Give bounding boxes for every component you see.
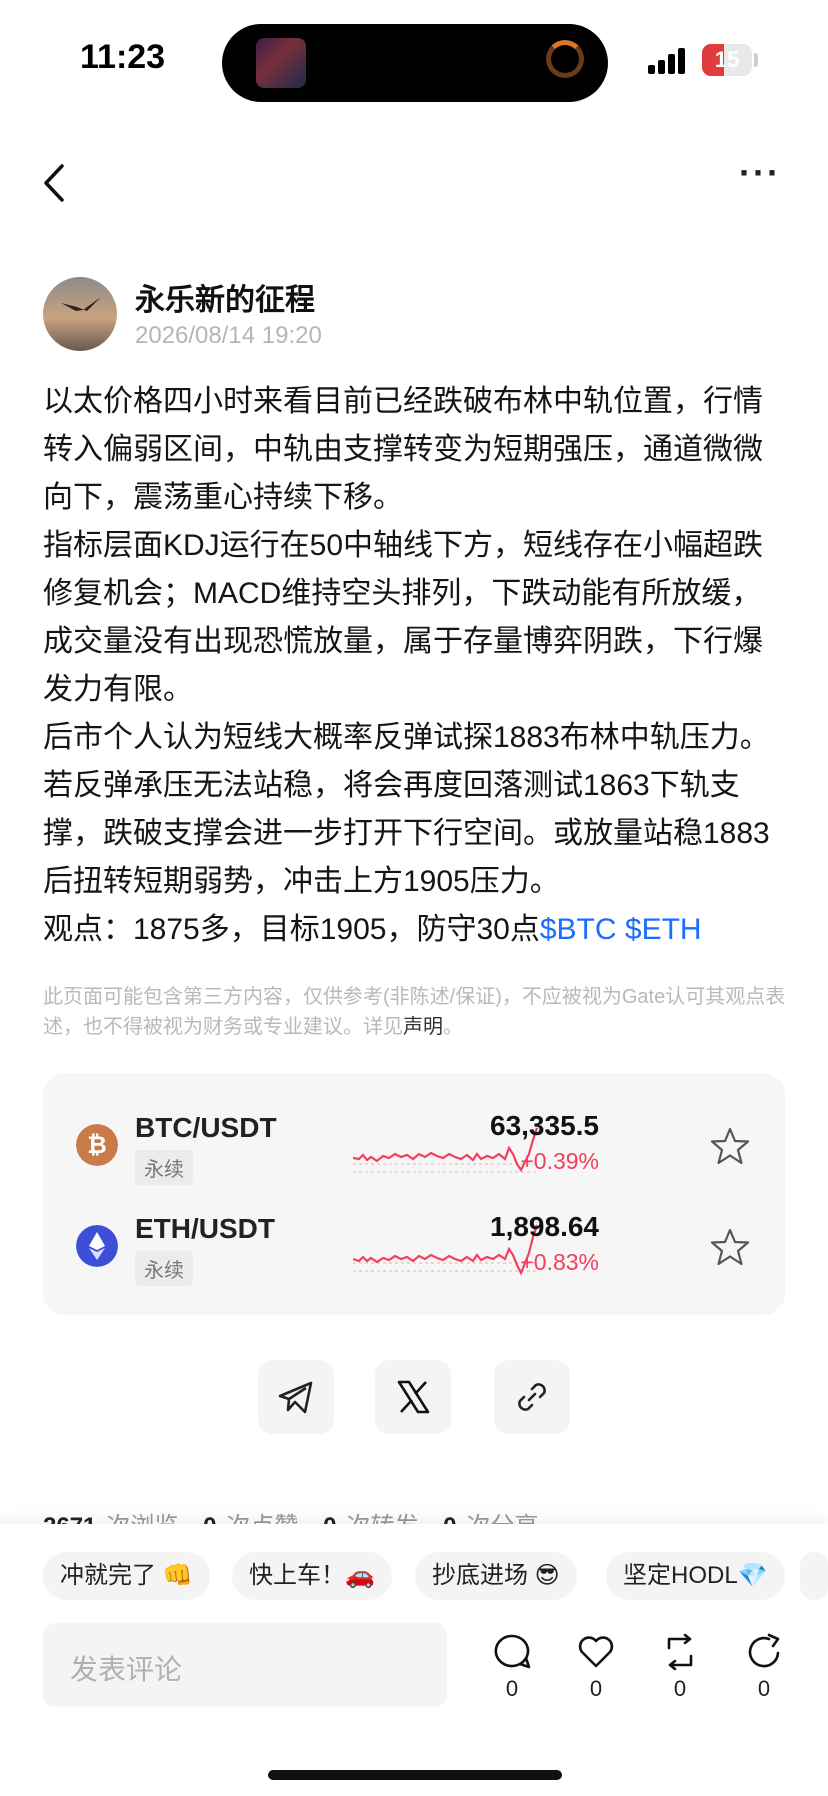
copy-link-button[interactable]: [494, 1360, 570, 1434]
contract-type-badge: 永续: [135, 1150, 193, 1185]
quick-reply-chip[interactable]: 快上车！🚗: [232, 1552, 392, 1600]
quick-reply-chip[interactable]: 坚定HODL💎: [606, 1552, 785, 1600]
share-count: 0: [757, 1676, 771, 1701]
activity-ring-icon: [546, 40, 584, 78]
now-playing-artwork: [256, 38, 306, 88]
post-paragraph: 观点：1875多，目标1905，防守30点$BTC $ETH: [43, 906, 788, 954]
heart-icon[interactable]: [577, 1633, 615, 1671]
pair-name: BTC/USDT: [135, 1112, 277, 1143]
comment-count: 0: [505, 1676, 519, 1701]
cellular-signal-icon: [648, 46, 688, 74]
back-button[interactable]: [40, 160, 70, 206]
hashtag-btc[interactable]: $BTC: [540, 913, 617, 946]
favorite-star-icon[interactable]: [710, 1126, 750, 1166]
contract-type-badge: 永续: [135, 1251, 193, 1286]
hashtag-eth[interactable]: $ETH: [625, 913, 702, 946]
price-change: +0.39%: [520, 1148, 599, 1174]
status-time: 11:23: [80, 38, 166, 76]
comment-placeholder: 发表评论: [70, 1654, 183, 1685]
disclaimer-link[interactable]: 声明: [403, 1016, 443, 1038]
battery-level: 15: [714, 47, 740, 72]
author-avatar[interactable]: [43, 277, 117, 351]
quick-reply-chip[interactable]: 冲就完了 👊: [43, 1552, 210, 1600]
ethereum-icon: [76, 1225, 118, 1267]
author-name[interactable]: 永乐新的征程: [135, 275, 315, 319]
telegram-icon: [278, 1381, 313, 1414]
market-row-btc[interactable]: ₿ BTC/USDT 永续 63,335.5 +0.39%: [43, 1094, 785, 1194]
post-date: 2026/08/14 19:20: [135, 322, 322, 349]
post-paragraph: 以太价格四小时来看目前已经跌破布林中轨位置，行情转入偏弱区间，中轨由支撑转变为短…: [43, 385, 763, 514]
x-icon: [397, 1380, 430, 1414]
share-icon[interactable]: [745, 1633, 783, 1671]
comment-icon[interactable]: [493, 1633, 531, 1671]
disclaimer: 此页面可能包含第三方内容，仅供参考(非陈述/保证)，不应被视为Gate认可其观点…: [43, 986, 786, 1038]
price-change: +0.83%: [520, 1249, 599, 1275]
home-indicator[interactable]: [268, 1770, 562, 1780]
repost-icon[interactable]: [661, 1633, 699, 1671]
quick-reply-chip[interactable]: 抄底进场 😎: [415, 1552, 577, 1600]
market-row-eth[interactable]: ETH/USDT 永续 1,898.64 +0.83%: [43, 1195, 785, 1295]
post-body: 以太价格四小时来看目前已经跌破布林中轨位置，行情转入偏弱区间，中轨由支撑转变为短…: [43, 378, 788, 954]
quick-reply-chip-overflow[interactable]: [800, 1552, 828, 1600]
post-paragraph: 后市个人认为短线大概率反弹试探1883布林中轨压力。若反弹承压无法站稳，将会再度…: [43, 721, 770, 898]
repost-count: 0: [673, 1676, 687, 1701]
pair-name: ETH/USDT: [135, 1213, 275, 1244]
share-telegram-button[interactable]: [258, 1360, 334, 1434]
last-price: 63,335.5: [490, 1110, 599, 1141]
link-icon: [518, 1383, 546, 1411]
more-options-button[interactable]: ···: [738, 155, 782, 200]
last-price: 1,898.64: [490, 1211, 599, 1242]
like-count: 0: [589, 1676, 603, 1701]
post-paragraph: 指标层面KDJ运行在50中轴线下方，短线存在小幅超跌修复机会；MACD维持空头排…: [43, 529, 764, 706]
share-x-button[interactable]: [375, 1360, 451, 1434]
svg-text:₿: ₿: [87, 1131, 107, 1159]
post-opinion: 观点：1875多，目标1905，防守30点: [43, 913, 540, 946]
favorite-star-icon[interactable]: [710, 1227, 750, 1267]
bitcoin-icon: ₿: [76, 1124, 118, 1166]
